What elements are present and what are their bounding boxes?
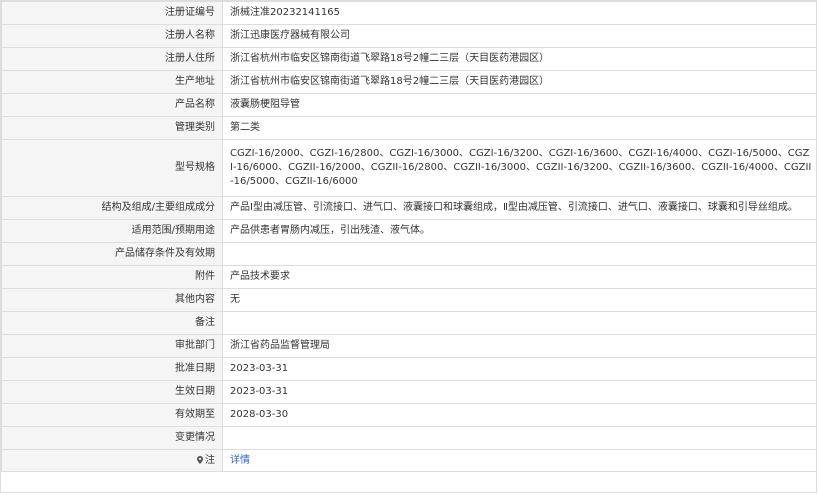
row-value: 浙江省杭州市临安区锦南街道飞翠路18号2幢二三层（天目医药港园区） [222,47,817,71]
row-label: 适用范围/预期用途 [1,219,223,243]
row-label: 型号规格 [1,139,223,197]
table-row: 其他内容 无 [1,288,817,312]
note-label: 注 [205,454,215,466]
row-value: 浙械注准20232141165 [222,1,817,25]
table-row: 管理类别 第二类 [1,116,817,140]
row-label: 备注 [1,311,223,335]
table-row: 注册证编号 浙械注准20232141165 [1,1,817,25]
row-label: 其他内容 [1,288,223,312]
row-value: 第二类 [222,116,817,140]
registration-detail-panel: 注册证编号 浙械注准20232141165 注册人名称 浙江迅康医疗器械有限公司… [0,0,817,493]
row-label: 附件 [1,265,223,289]
row-label: 产品储存条件及有效期 [1,242,223,266]
table-row: 型号规格 CGZI-16/2000、CGZI-16/2800、CGZI-16/3… [1,139,817,197]
map-pin-icon [197,455,203,464]
row-label: 注册人住所 [1,47,223,71]
row-label: 注册证编号 [1,1,223,25]
row-value [222,426,817,450]
row-label: 管理类别 [1,116,223,140]
table-row: 注册人名称 浙江迅康医疗器械有限公司 [1,24,817,48]
row-label: 结构及组成/主要组成成分 [1,196,223,220]
row-value [222,242,817,266]
table-row: 批准日期 2023-03-31 [1,357,817,381]
row-value: 详情 [222,449,817,472]
table-row: 注册人住所 浙江省杭州市临安区锦南街道飞翠路18号2幢二三层（天目医药港园区） [1,47,817,71]
table-row: 有效期至 2028-03-30 [1,403,817,427]
row-value: 浙江迅康医疗器械有限公司 [222,24,817,48]
row-label: 批准日期 [1,357,223,381]
row-value: 产品供患者胃肠内减压，引出残渣、液气体。 [222,219,817,243]
row-label: 变更情况 [1,426,223,450]
row-value: 无 [222,288,817,312]
row-value: 浙江省药品监督管理局 [222,334,817,358]
table-row: 生产地址 浙江省杭州市临安区锦南街道飞翠路18号2幢二三层（天目医药港园区） [1,70,817,94]
table-row: 审批部门 浙江省药品监督管理局 [1,334,817,358]
registration-detail-table: 注册证编号 浙械注准20232141165 注册人名称 浙江迅康医疗器械有限公司… [1,1,817,472]
row-value: 产品技术要求 [222,265,817,289]
row-label: 有效期至 [1,403,223,427]
row-value [222,311,817,335]
row-label: 产品名称 [1,93,223,117]
table-row: 变更情况 [1,426,817,450]
row-value: CGZI-16/2000、CGZI-16/2800、CGZI-16/3000、C… [222,139,817,197]
row-label: 审批部门 [1,334,223,358]
row-label: 注册人名称 [1,24,223,48]
table-row: 生效日期 2023-03-31 [1,380,817,404]
row-value: 2028-03-30 [222,403,817,427]
table-row: 产品名称 液囊肠梗阻导管 [1,93,817,117]
table-row: 备注 [1,311,817,335]
row-label: 注 [1,449,223,472]
table-row: 附件 产品技术要求 [1,265,817,289]
row-label: 生效日期 [1,380,223,404]
table-row-note: 注 详情 [1,449,817,472]
row-value: 2023-03-31 [222,357,817,381]
table-row: 结构及组成/主要组成成分 产品Ⅰ型由减压管、引流接口、进气口、液囊接口和球囊组成… [1,196,817,220]
row-value: 2023-03-31 [222,380,817,404]
table-row: 产品储存条件及有效期 [1,242,817,266]
row-value: 产品Ⅰ型由减压管、引流接口、进气口、液囊接口和球囊组成，Ⅱ型由减压管、引流接口、… [222,196,817,220]
row-value: 液囊肠梗阻导管 [222,93,817,117]
table-row: 适用范围/预期用途 产品供患者胃肠内减压，引出残渣、液气体。 [1,219,817,243]
row-label: 生产地址 [1,70,223,94]
row-value: 浙江省杭州市临安区锦南街道飞翠路18号2幢二三层（天目医药港园区） [222,70,817,94]
details-link[interactable]: 详情 [230,455,250,466]
